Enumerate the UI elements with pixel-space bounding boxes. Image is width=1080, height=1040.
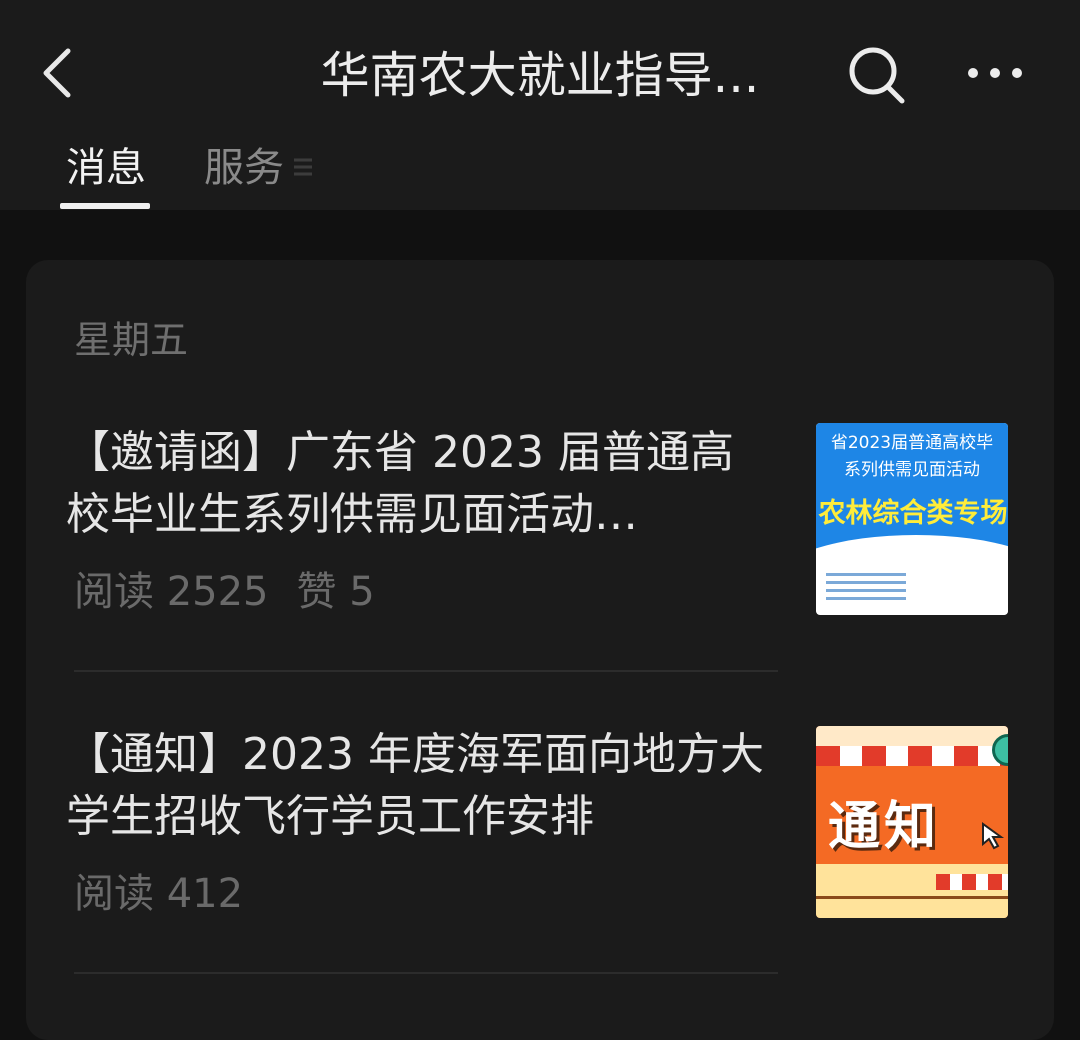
tab-services[interactable]: 服务 [204,142,284,194]
date-label: 星期五 [74,318,189,362]
thumbnail-line: 系列供需见面活动 [844,460,980,480]
like-count: 赞 5 [296,569,375,615]
divider [74,670,778,672]
page-title: 华南农大就业指导... [320,47,760,104]
tab-messages[interactable]: 消息 [66,142,146,194]
cursor-icon [982,822,1005,850]
article-stats: 阅读 2525 赞 5 [74,564,375,620]
article-title: 【邀请函】广东省 2023 届普通高校毕业生系列供需见面活动… [66,427,734,540]
article-thumbnail[interactable]: 省2023届普通高校毕 系列供需见面活动 农林综合类专场 [816,423,1008,615]
search-icon [849,47,905,104]
menu-lines-icon[interactable] [292,156,314,178]
thumbnail-headline: 通知 [828,797,941,857]
read-count: 阅读 412 [74,871,244,917]
search-button[interactable] [846,44,908,106]
active-tab-indicator [60,203,150,209]
more-button[interactable] [960,50,1030,96]
read-count: 阅读 2525 [74,569,269,615]
article-thumbnail[interactable]: 通知 [816,726,1008,918]
thumbnail-headline: 农林综合类专场 [818,498,1008,529]
more-dots-icon [968,68,1022,78]
chevron-left-icon [43,48,71,98]
thumbnail-line: 省2023届普通高校毕 [830,433,994,453]
article-stats: 阅读 412 [74,866,243,922]
divider [74,972,778,974]
article-title: 【通知】2023 年度海军面向地方大学生招收飞行学员工作安排 [66,729,764,842]
back-button[interactable] [38,45,88,101]
